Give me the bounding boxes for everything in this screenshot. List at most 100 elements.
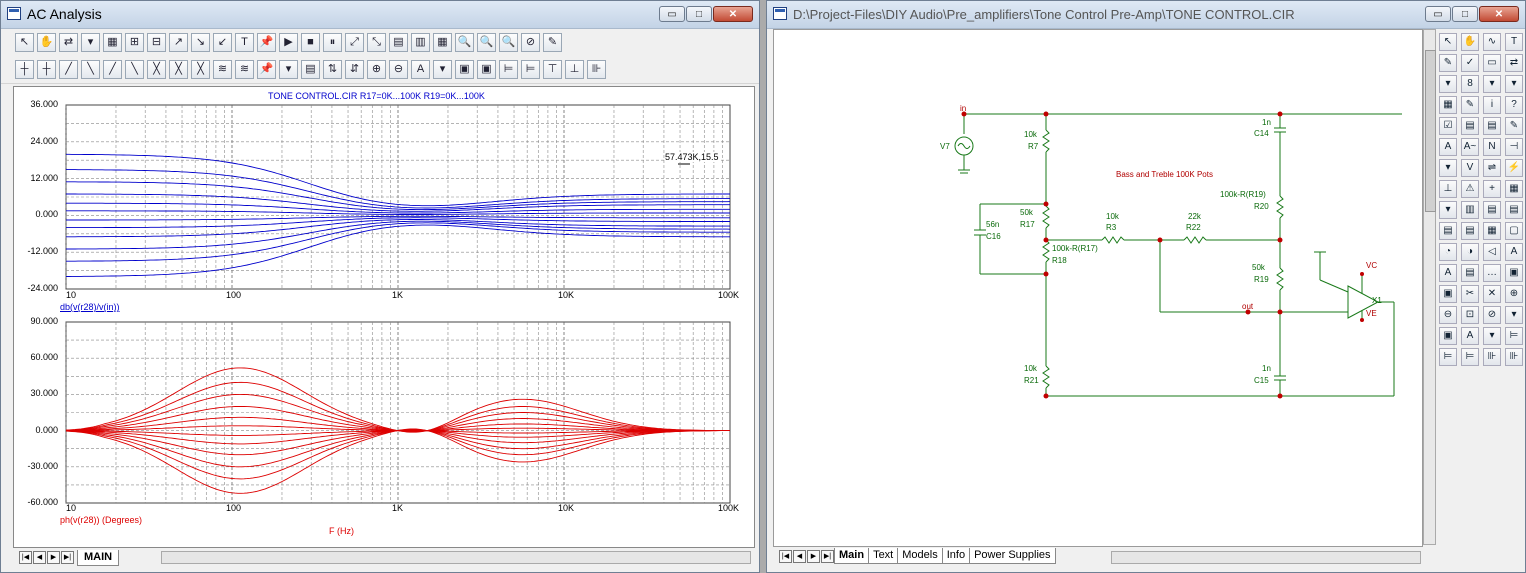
last-sheet-button[interactable]: ▶|	[61, 551, 74, 564]
toolbar1-tool-4-icon[interactable]: ▦	[103, 33, 122, 52]
component-tool-21-icon[interactable]: A~	[1461, 138, 1479, 156]
tab-models[interactable]: Models	[897, 548, 943, 564]
vc-label[interactable]: VC	[1366, 261, 1377, 270]
r21-label[interactable]: R21	[1024, 376, 1039, 385]
toolbar1-tool-12-icon[interactable]: ▶	[279, 33, 298, 52]
r19-label[interactable]: R19	[1254, 275, 1269, 284]
toolbar1-tool-0-icon[interactable]: ↖	[15, 33, 34, 52]
title-bar[interactable]: D:\Project-Files\DIY Audio\Pre_amplifier…	[767, 1, 1525, 29]
component-tool-8-icon[interactable]: ▾	[1439, 75, 1457, 93]
component-tool-0-icon[interactable]: ↖	[1439, 33, 1457, 51]
x1-label[interactable]: X1	[1372, 296, 1382, 305]
toolbar1-tool-19-icon[interactable]: ▦	[433, 33, 452, 52]
component-tool-37-icon[interactable]: ▤	[1461, 222, 1479, 240]
toolbar2-tool-16-icon[interactable]: ⊕	[367, 60, 386, 79]
component-tool-29-icon[interactable]: ⚠	[1461, 180, 1479, 198]
component-tool-14-icon[interactable]: i	[1483, 96, 1501, 114]
toolbar1-tool-20-icon[interactable]: 🔍	[455, 33, 474, 52]
tab-main[interactable]: Main	[834, 548, 870, 564]
minimize-button[interactable]: ▭	[659, 6, 685, 22]
toolbar2-tool-18-icon[interactable]: A	[411, 60, 430, 79]
toolbar2-tool-5-icon[interactable]: ╲	[125, 60, 144, 79]
tab-main[interactable]: MAIN	[77, 549, 120, 566]
c14-label[interactable]: C14	[1254, 129, 1269, 138]
component-tool-26-icon[interactable]: ⇌	[1483, 159, 1501, 177]
component-tool-25-icon[interactable]: V	[1461, 159, 1479, 177]
tab-power-supplies[interactable]: Power Supplies	[969, 548, 1056, 564]
component-tool-58-icon[interactable]: ▾	[1483, 327, 1501, 345]
scroll-thumb[interactable]	[1425, 50, 1436, 212]
component-tool-62-icon[interactable]: ⊪	[1483, 348, 1501, 366]
toolbar2-tool-4-icon[interactable]: ╱	[103, 60, 122, 79]
toolbar1-tool-22-icon[interactable]: 🔍	[499, 33, 518, 52]
component-tool-35-icon[interactable]: ▤	[1505, 201, 1523, 219]
component-tool-40-icon[interactable]: ◔	[1439, 243, 1457, 261]
toolbar2-tool-26-icon[interactable]: ⊪	[587, 60, 606, 79]
next-sheet-button[interactable]: ▶	[47, 551, 60, 564]
component-tool-63-icon[interactable]: ⊪	[1505, 348, 1523, 366]
c15-label[interactable]: C15	[1254, 376, 1269, 385]
toolbar1-tool-2-icon[interactable]: ⇄	[59, 33, 78, 52]
component-tool-42-icon[interactable]: ◁	[1483, 243, 1501, 261]
component-tool-13-icon[interactable]: ✎	[1461, 96, 1479, 114]
component-tool-6-icon[interactable]: ▭	[1483, 54, 1501, 72]
component-tool-50-icon[interactable]: ✕	[1483, 285, 1501, 303]
component-tool-28-icon[interactable]: ⊥	[1439, 180, 1457, 198]
c16-label[interactable]: C16	[986, 232, 1001, 241]
toolbar2-tool-21-icon[interactable]: ▣	[477, 60, 496, 79]
component-tool-34-icon[interactable]: ▤	[1483, 201, 1501, 219]
toolbar1-tool-3-icon[interactable]: ▾	[81, 33, 100, 52]
first-tab-button[interactable]: |◀	[779, 549, 792, 563]
component-tool-47-icon[interactable]: ▣	[1505, 264, 1523, 282]
vertical-scrollbar[interactable]	[1423, 29, 1436, 545]
close-button[interactable]: ✕	[713, 6, 753, 22]
bottom-plot-label[interactable]: ph(v(r28)) (Degrees)	[60, 515, 142, 525]
toolbar2-tool-3-icon[interactable]: ╲	[81, 60, 100, 79]
toolbar1-tool-7-icon[interactable]: ↗	[169, 33, 188, 52]
component-tool-4-icon[interactable]: ✎	[1439, 54, 1457, 72]
r18-label[interactable]: R18	[1052, 256, 1067, 265]
component-tool-5-icon[interactable]: ✓	[1461, 54, 1479, 72]
toolbar1-tool-10-icon[interactable]: T	[235, 33, 254, 52]
component-tool-55-icon[interactable]: ▾	[1505, 306, 1523, 324]
close-button[interactable]: ✕	[1479, 6, 1519, 22]
v7-label[interactable]: V7	[940, 142, 950, 151]
component-tool-18-icon[interactable]: ▤	[1483, 117, 1501, 135]
toolbar1-tool-9-icon[interactable]: ↙	[213, 33, 232, 52]
component-tool-12-icon[interactable]: ▦	[1439, 96, 1457, 114]
toolbar1-tool-5-icon[interactable]: ⊞	[125, 33, 144, 52]
r20-label[interactable]: R20	[1254, 202, 1269, 211]
top-plot-label[interactable]: db(v(r28)/v(in))	[60, 302, 120, 312]
component-tool-43-icon[interactable]: A	[1505, 243, 1523, 261]
component-tool-2-icon[interactable]: ∿	[1483, 33, 1501, 51]
component-tool-44-icon[interactable]: A	[1439, 264, 1457, 282]
toolbar2-tool-24-icon[interactable]: ⊤	[543, 60, 562, 79]
toolbar1-tool-23-icon[interactable]: ⊘	[521, 33, 540, 52]
component-tool-30-icon[interactable]: +	[1483, 180, 1501, 198]
r17-label[interactable]: R17	[1020, 220, 1035, 229]
component-tool-57-icon[interactable]: A	[1461, 327, 1479, 345]
tab-info[interactable]: Info	[941, 548, 971, 564]
toolbar2-tool-9-icon[interactable]: ≋	[213, 60, 232, 79]
toolbar1-tool-18-icon[interactable]: ▥	[411, 33, 430, 52]
component-tool-24-icon[interactable]: ▾	[1439, 159, 1457, 177]
toolbar1-tool-17-icon[interactable]: ▤	[389, 33, 408, 52]
component-tool-59-icon[interactable]: ⊨	[1505, 327, 1523, 345]
r7-label[interactable]: R7	[1028, 142, 1038, 151]
maximize-button[interactable]: □	[686, 6, 712, 22]
next-tab-button[interactable]: ▶	[807, 549, 820, 563]
component-tool-51-icon[interactable]: ⊕	[1505, 285, 1523, 303]
schematic-note[interactable]: Bass and Treble 100K Pots	[1116, 170, 1213, 179]
component-tool-27-icon[interactable]: ⚡	[1505, 159, 1523, 177]
plot-area[interactable]: TONE CONTROL.CIR R17=0K...100K R19=0K...…	[13, 86, 755, 548]
prev-tab-button[interactable]: ◀	[793, 549, 806, 563]
component-tool-60-icon[interactable]: ⊨	[1439, 348, 1457, 366]
minimize-button[interactable]: ▭	[1425, 6, 1451, 22]
component-tool-53-icon[interactable]: ⊡	[1461, 306, 1479, 324]
toolbar1-tool-21-icon[interactable]: 🔍	[477, 33, 496, 52]
component-tool-20-icon[interactable]: A	[1439, 138, 1457, 156]
toolbar2-tool-10-icon[interactable]: ≋	[235, 60, 254, 79]
toolbar2-tool-25-icon[interactable]: ⊥	[565, 60, 584, 79]
title-bar[interactable]: AC Analysis ▭ □ ✕	[1, 1, 759, 29]
component-tool-7-icon[interactable]: ⇄	[1505, 54, 1523, 72]
